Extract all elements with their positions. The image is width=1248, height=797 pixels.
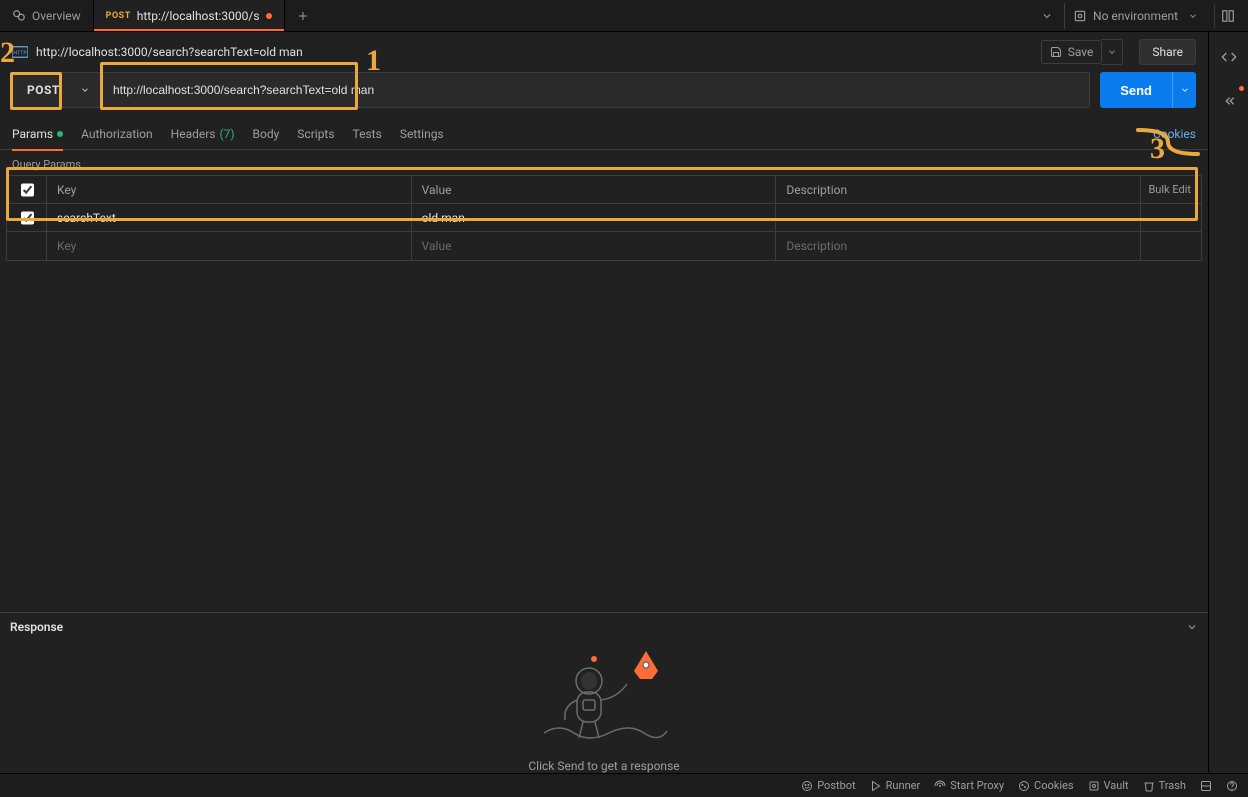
right-rail	[1208, 32, 1248, 773]
col-value: Value	[412, 176, 777, 203]
new-tab-button[interactable]	[285, 0, 321, 31]
params-table: Key Value Description ••• Bulk Edit sear…	[6, 175, 1202, 261]
code-sidebar-button[interactable]	[1216, 44, 1242, 70]
method-select[interactable]: POST	[13, 73, 101, 107]
chevron-down-icon	[1188, 11, 1198, 21]
response-collapse-button[interactable]	[1186, 621, 1198, 633]
new-desc[interactable]: Description	[776, 232, 1141, 260]
response-section: Response	[0, 612, 1208, 773]
footer-help-button[interactable]	[1226, 780, 1238, 792]
environment-select[interactable]: No environment	[1064, 3, 1206, 29]
method-url-group: POST	[12, 72, 1090, 108]
tab-overview-label: Overview	[32, 9, 81, 23]
select-all-checkbox[interactable]	[21, 183, 34, 197]
request-name[interactable]: http://localhost:3000/search?searchText=…	[36, 45, 303, 59]
notification-dot-icon	[1239, 86, 1244, 91]
save-button[interactable]: Save	[1041, 40, 1103, 64]
footer-postbot[interactable]: Postbot	[801, 779, 855, 792]
tab-params-label: Params	[12, 127, 53, 141]
new-key[interactable]: Key	[47, 232, 412, 260]
tab-scripts[interactable]: Scripts	[297, 118, 334, 150]
tab-body[interactable]: Body	[253, 118, 280, 150]
footer-vault-label: Vault	[1104, 779, 1129, 792]
new-value[interactable]: Value	[412, 232, 777, 260]
tab-headers-label: Headers	[171, 127, 216, 141]
table-row: searchText old man	[7, 204, 1201, 232]
request-tabs: Params Authorization Headers (7) Body Sc…	[0, 118, 1208, 150]
footer-proxy-label: Start Proxy	[950, 779, 1004, 792]
request-header: HTTP http://localhost:3000/search?search…	[0, 32, 1208, 72]
tab-settings[interactable]: Settings	[400, 118, 444, 150]
tab-authorization[interactable]: Authorization	[81, 118, 153, 150]
tab-overflow-button[interactable]	[1034, 3, 1060, 29]
http-icon: HTTP	[12, 46, 28, 58]
tab-active[interactable]: POST http://localhost:3000/s	[94, 0, 285, 31]
share-button[interactable]: Share	[1139, 39, 1196, 65]
footer-trash[interactable]: Trash	[1143, 779, 1186, 792]
tab-overview[interactable]: Overview	[0, 0, 94, 31]
chevron-down-icon	[80, 85, 90, 95]
method-label: POST	[27, 83, 60, 97]
bulk-edit-button[interactable]: Bulk Edit	[1148, 183, 1191, 196]
table-row-new[interactable]: Key Value Description	[7, 232, 1201, 260]
astronaut-illustration-icon	[539, 641, 669, 741]
share-label: Share	[1152, 45, 1183, 59]
save-icon	[1050, 46, 1062, 58]
tab-params[interactable]: Params	[12, 118, 63, 150]
footer-cookies-label: Cookies	[1034, 779, 1073, 792]
row-value[interactable]: old man	[412, 204, 777, 231]
collapse-sidebar-button[interactable]	[1216, 88, 1242, 114]
overview-icon	[12, 9, 26, 23]
tab-headers[interactable]: Headers (7)	[171, 118, 235, 150]
footer-proxy[interactable]: Start Proxy	[934, 779, 1004, 792]
cookies-link[interactable]: Cookies	[1153, 127, 1196, 141]
tab-bar: Overview POST http://localhost:3000/s No…	[0, 0, 1248, 32]
params-header-check[interactable]	[7, 176, 47, 203]
footer-runner[interactable]: Runner	[870, 779, 921, 792]
row-key[interactable]: searchText	[47, 204, 412, 231]
row-desc[interactable]	[776, 204, 1141, 231]
environment-label: No environment	[1093, 9, 1178, 23]
send-label: Send	[1120, 83, 1152, 98]
footer-trash-label: Trash	[1159, 779, 1186, 792]
col-key: Key	[47, 176, 412, 203]
tab-active-method: POST	[106, 11, 131, 21]
response-title: Response	[10, 620, 63, 634]
footer-postbot-label: Postbot	[817, 779, 855, 792]
save-label: Save	[1068, 45, 1094, 59]
headers-count: (7)	[220, 127, 235, 141]
send-dropdown[interactable]	[1172, 72, 1196, 108]
row-checkbox[interactable]	[21, 211, 34, 225]
query-params-label: Query Params	[0, 150, 1208, 175]
params-header-row: Key Value Description ••• Bulk Edit	[7, 176, 1201, 204]
environment-icon	[1073, 9, 1087, 23]
environment-quicklook-button[interactable]	[1214, 3, 1240, 29]
save-dropdown[interactable]	[1101, 39, 1123, 65]
tab-active-title: http://localhost:3000/s	[137, 9, 260, 23]
url-row: POST Send	[0, 72, 1208, 118]
send-button[interactable]: Send	[1100, 72, 1172, 108]
params-indicator-icon	[57, 131, 63, 137]
footer-layout-button[interactable]	[1200, 780, 1212, 792]
unsaved-dot-icon	[266, 13, 272, 19]
footer-vault[interactable]: Vault	[1088, 779, 1129, 792]
col-desc: Description	[776, 176, 1141, 203]
footer-cookies[interactable]: Cookies	[1018, 779, 1073, 792]
svg-text:HTTP: HTTP	[13, 51, 27, 57]
tab-tests[interactable]: Tests	[353, 118, 382, 150]
footer-runner-label: Runner	[886, 779, 921, 792]
footer: Postbot Runner Start Proxy Cookies Vault…	[0, 773, 1248, 797]
url-input[interactable]	[101, 73, 1089, 107]
response-hint: Click Send to get a response	[528, 759, 679, 773]
